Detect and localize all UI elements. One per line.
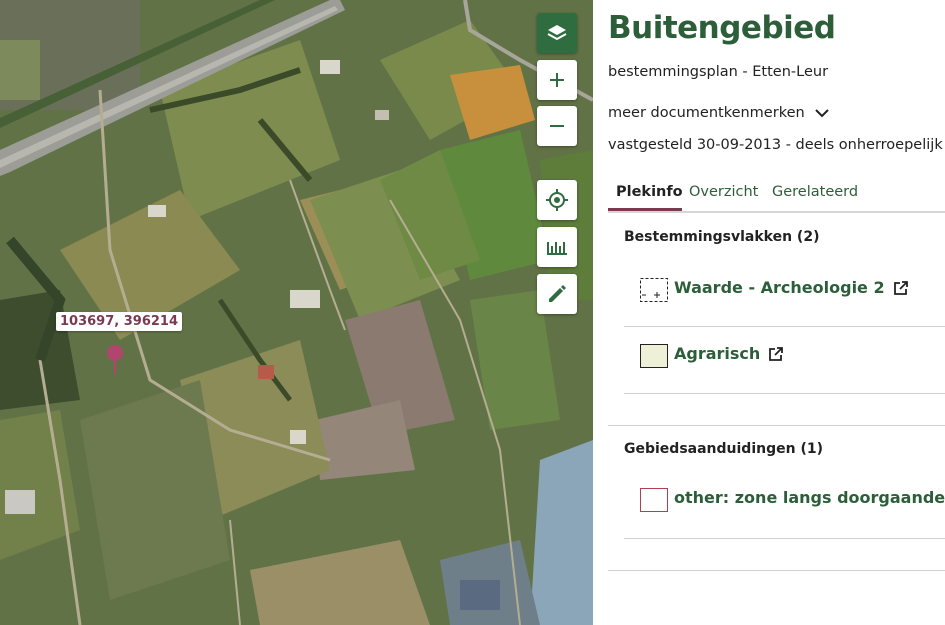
tab-gerelateerd[interactable]: Gerelateerd: [772, 184, 858, 200]
more-properties-toggle[interactable]: meer documentkenmerken: [608, 105, 829, 121]
gebiedsaanduiding-link[interactable]: other: zone langs doorgaande weg: [674, 488, 945, 507]
plus-icon: [550, 73, 564, 87]
active-tab-indicator: [608, 208, 682, 211]
coordinate-label: 103697, 396214: [56, 312, 183, 331]
location-pin-icon: [107, 345, 123, 374]
tab-overzicht[interactable]: Overzicht: [689, 184, 758, 200]
pencil-icon: [549, 285, 566, 302]
tab-plekinfo[interactable]: Plekinfo: [616, 184, 683, 200]
locate-button[interactable]: [537, 180, 577, 220]
chevron-down-icon: [814, 109, 829, 118]
tab-baseline: [608, 211, 945, 213]
plan-subtitle: bestemmingsplan - Etten-Leur: [608, 64, 829, 80]
measure-button[interactable]: [537, 227, 577, 267]
more-properties-label: meer documentkenmerken: [608, 105, 805, 121]
section-heading-bestemmingsvlakken: Bestemmingsvlakken (2): [624, 229, 820, 245]
divider: [624, 393, 945, 394]
section-heading-gebiedsaanduidingen: Gebiedsaanduidingen (1): [624, 441, 823, 457]
gebiedsaanduiding-label: other: zone langs doorgaande weg: [674, 488, 945, 507]
bestemming-label: Waarde - Archeologie 2: [674, 278, 885, 297]
map-view[interactable]: 103697, 396214: [0, 0, 593, 625]
minus-icon: [550, 125, 564, 127]
divider: [624, 538, 945, 539]
layers-button[interactable]: [537, 13, 577, 53]
zoom-out-button[interactable]: [537, 106, 577, 146]
zoom-in-button[interactable]: [537, 60, 577, 100]
bestemming-label: Agrarisch: [674, 344, 761, 363]
external-link-icon: [893, 280, 908, 295]
draw-button[interactable]: [537, 274, 577, 314]
section-divider: [608, 425, 945, 426]
archeology-symbol: [640, 278, 668, 302]
external-link-icon: [769, 346, 784, 361]
divider: [624, 326, 945, 327]
plan-status: vastgesteld 30-09-2013 - deels onherroep…: [608, 137, 945, 153]
agrarisch-symbol: [640, 344, 668, 368]
zone-symbol: [640, 488, 668, 512]
crosshair-icon: [546, 189, 568, 211]
ruler-icon: [547, 242, 567, 255]
bestemming-link-agrarisch[interactable]: Agrarisch: [674, 344, 784, 363]
layers-icon: [547, 25, 567, 41]
plan-title: Buitengebied: [608, 10, 836, 46]
tab-bar: Plekinfo Overzicht Gerelateerd: [608, 172, 945, 214]
section-divider: [608, 570, 945, 571]
bestemming-link-archeologie[interactable]: Waarde - Archeologie 2: [674, 278, 909, 297]
info-panel: Buitengebied bestemmingsplan - Etten-Leu…: [593, 0, 945, 625]
